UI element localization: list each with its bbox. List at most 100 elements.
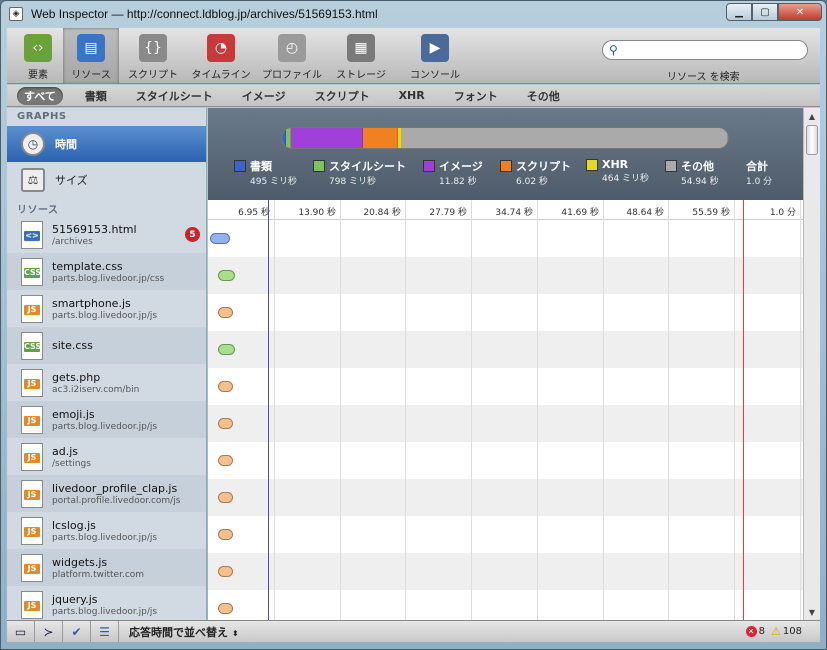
toolbar-tab-label: コンソール (410, 70, 460, 81)
toolbar-tab-2[interactable]: {} スクリプト (120, 28, 186, 84)
toolbar-tab-5[interactable]: ▦ ストレージ (327, 28, 395, 84)
timeline-bar[interactable] (218, 603, 233, 614)
window-title: Web Inspector — http://connect.ldblog.jp… (31, 7, 378, 21)
timeline-bar[interactable] (218, 344, 235, 355)
console-toggle-button[interactable]: ≻ (35, 621, 63, 642)
legend-item: 書類 495 ミリ秒 (234, 158, 297, 187)
scope-filter-3[interactable]: イメージ (235, 87, 293, 105)
scope-filter-7[interactable]: その他 (520, 87, 567, 105)
resource-subtitle: portal.profile.livedoor.com/js (52, 495, 181, 506)
scope-filter-4[interactable]: スクリプト (308, 87, 377, 105)
scope-filter-2[interactable]: スタイルシート (129, 87, 220, 105)
resource-tracking-button[interactable]: ✔ (63, 621, 91, 642)
legend-swatch (423, 160, 435, 172)
timeline-row[interactable] (208, 220, 803, 257)
timeline-bar[interactable] (218, 418, 233, 429)
resource-subtitle: parts.blog.livedoor.jp/js (52, 421, 158, 432)
timeline-row[interactable] (208, 257, 803, 294)
weights-icon: ⚖ (21, 168, 45, 192)
legend-name: XHR (602, 158, 629, 171)
timeline-row[interactable] (208, 553, 803, 590)
legend-name: その他 (681, 160, 714, 173)
legend-swatch (586, 158, 598, 171)
legend-value: 54.94 秒 (681, 177, 719, 187)
resource-subtitle: parts.blog.livedoor.jp/css (52, 273, 165, 284)
resource-name: lcslog.js (52, 518, 96, 532)
toolbar-tab-3[interactable]: ◔ タイムライン (181, 28, 261, 84)
resource-item[interactable]: CSS site.css (7, 327, 206, 364)
timeline-row[interactable] (208, 442, 803, 479)
timeline-bar[interactable] (218, 381, 233, 392)
graph-item-time[interactable]: ◷ 時間 (7, 126, 206, 162)
resource-item[interactable]: JS emoji.js parts.blog.livedoor.jp/js (7, 401, 206, 438)
legend-name: イメージ (439, 160, 483, 173)
timeline-bar[interactable] (218, 492, 233, 503)
toolbar-tab-1[interactable]: ▤ リソース (63, 28, 119, 84)
timeline-row[interactable] (208, 516, 803, 553)
resource-subtitle: parts.blog.livedoor.jp/js (52, 532, 158, 543)
sort-select-label: 応答時間で並べ替え (129, 625, 228, 639)
timeline-row[interactable] (208, 405, 803, 442)
minimize-button[interactable]: ▁ (726, 3, 752, 21)
legend-value: 6.02 秒 (516, 177, 548, 187)
dock-toggle-button[interactable]: ▭ (7, 621, 35, 642)
console-prompt-icon: ≻ (43, 624, 54, 639)
timeline-row[interactable] (208, 590, 803, 620)
vertical-scrollbar[interactable]: ▲ ▼ (803, 108, 820, 620)
resource-item[interactable]: JS widgets.js platform.twitter.com (7, 549, 206, 586)
scroll-thumb[interactable] (806, 125, 818, 155)
ruler-tick-label: 20.84 秒 (363, 208, 401, 218)
graph-item-size[interactable]: ⚖ サイズ (7, 162, 206, 198)
legend-item: その他 54.94 秒 (665, 158, 719, 187)
maximize-button[interactable]: ▢ (752, 3, 778, 21)
timeline-bar[interactable] (218, 307, 233, 318)
console-icon: ▶ (421, 34, 449, 62)
sort-select[interactable]: 応答時間で並べ替え ⬍ (129, 624, 239, 640)
scope-filter-1[interactable]: 書類 (78, 87, 114, 105)
scope-filter-5[interactable]: XHR (392, 88, 432, 103)
timeline-bar[interactable] (218, 566, 233, 577)
resource-item[interactable]: JS lcslog.js parts.blog.livedoor.jp/js (7, 512, 206, 549)
html-file-icon: <> (21, 220, 43, 249)
resource-item[interactable]: CSS template.css parts.blog.livedoor.jp/cs… (7, 253, 206, 290)
large-rows-button[interactable]: ☰ (91, 621, 119, 642)
timeline-bar[interactable] (209, 233, 230, 244)
search-input[interactable] (625, 43, 801, 57)
resource-item[interactable]: JS livedoor_profile_clap.js portal.profile… (7, 475, 206, 512)
resource-name: emoji.js (52, 407, 95, 421)
toolbar-tab-4[interactable]: ◴ プロファイル (257, 28, 327, 84)
timeline-bar[interactable] (218, 455, 233, 466)
resource-item[interactable]: JS smartphone.js parts.blog.livedoor.jp/js (7, 290, 206, 327)
resource-item[interactable]: JS gets.php ac3.i2iserv.com/bin (7, 364, 206, 401)
close-button[interactable]: ✕ (778, 3, 822, 21)
scroll-up-arrow[interactable]: ▲ (804, 108, 820, 124)
file-type-label: JS (24, 452, 40, 463)
storage-icon: ▦ (347, 34, 375, 62)
toolbar-tab-6[interactable]: ▶ コンソール (395, 28, 475, 84)
toolbar-tab-label: リソース (71, 70, 111, 81)
timeline-row[interactable] (208, 294, 803, 331)
timeline-bar[interactable] (218, 529, 233, 540)
resource-item[interactable]: <> 51569153.html/archives 5 (7, 216, 206, 253)
toolbar-tab-0[interactable]: ‹› 要素 (10, 28, 66, 84)
timeline-row[interactable] (208, 368, 803, 405)
resource-subtitle: parts.blog.livedoor.jp/js (52, 606, 158, 617)
timeline-graph: 6.95 秒 13.90 秒 20.84 秒 27.79 秒 34.74 秒 41.69 … (208, 200, 803, 620)
resource-name: 51569153.html (52, 222, 137, 236)
scope-filter-0[interactable]: すべて (17, 86, 63, 105)
scroll-down-arrow[interactable]: ▼ (804, 604, 820, 620)
file-type-label: JS (24, 489, 40, 500)
scope-filter-6[interactable]: フォント (447, 87, 505, 105)
legend-value: 1.0 分 (746, 177, 773, 187)
resource-item[interactable]: JS jquery.js parts.blog.livedoor.jp/js (7, 586, 206, 620)
timeline-row[interactable] (208, 331, 803, 368)
resource-name: widgets.js (52, 555, 108, 569)
search-box[interactable]: ⚲ (602, 40, 808, 60)
message-counts[interactable]: ✕ 8 ⚠ 108 (745, 625, 802, 638)
js-file-icon: JS (21, 516, 43, 545)
timeline-row[interactable] (208, 479, 803, 516)
timeline-bar[interactable] (217, 270, 235, 281)
summary-segment (362, 128, 399, 148)
search-label: リソース を検索 (667, 72, 740, 83)
resource-item[interactable]: JS ad.js/settings (7, 438, 206, 475)
